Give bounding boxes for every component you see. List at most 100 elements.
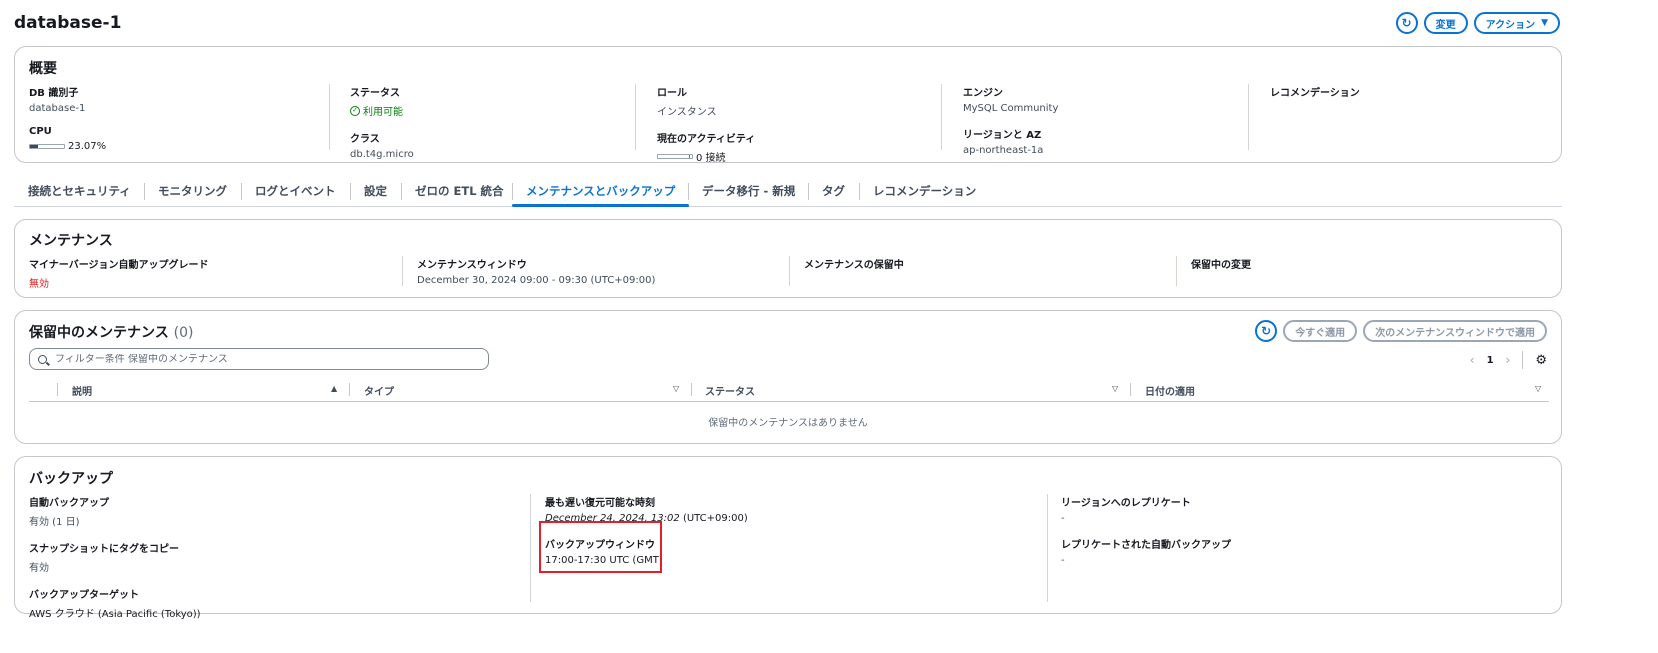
maintenance-col-2: メンテナンスウィンドウ December 30, 2024 09:00 - 09… [417,256,655,286]
status-label: ステータス [350,88,400,99]
activity-meter [657,154,693,159]
cpu-label: CPU [29,126,52,137]
pager-separator [1522,351,1524,369]
auto-backup-value: 有効 (1 日) [29,517,80,528]
actions-dropdown-button[interactable]: アクション ▼ [1473,12,1560,34]
pending-maintenance-title-text: 保留中のメンテナンス [29,325,169,341]
activity-label: 現在のアクティビティ [657,134,756,145]
db-id-label: DB 識別子 [29,88,79,99]
maintenance-panel: メンテナンス マイナーバージョン自動アップグレード 無効 メンテナンスウィンドウ… [14,219,1562,298]
tab-separator [808,183,809,200]
tab-tags[interactable]: タグ [822,176,845,206]
db-id-value: database-1 [29,103,86,114]
cpu-meter [29,144,65,149]
backup-col-3: リージョンへのレプリケート - レプリケートされた自動バックアップ - [1061,494,1231,566]
summary-col-3: ロール インスタンス 現在のアクティビティ 0 接続 [657,84,755,164]
backup-target-label: バックアップターゲット [29,590,139,601]
summary-col-4: エンジン MySQL Community リージョンと AZ ap-northe… [963,84,1058,156]
status-value: ✓ 利用可能 [350,103,414,118]
copy-tags-label: スナップショットにタグをコピー [29,544,179,555]
maintenance-window-label: メンテナンスウィンドウ [417,260,527,271]
refresh-icon: ↻ [1261,324,1272,338]
region-replicate-label: リージョンへのレプリケート [1061,498,1191,509]
column-header-apply-date[interactable]: 日付の適用 [1145,383,1195,398]
refresh-icon: ↻ [1401,16,1412,30]
modify-button[interactable]: 変更 [1423,12,1468,34]
divider [635,84,636,150]
tab-zero-etl[interactable]: ゼロの ETL 統合 [415,176,504,206]
sort-icon[interactable]: ▽ [1112,384,1118,393]
latest-restore-tz: (UTC+09:00) [682,513,748,524]
apply-next-window-button[interactable]: 次のメンテナンスウィンドウで適用 [1363,320,1547,342]
maintenance-title: メンテナンス [29,233,113,249]
empty-state-text: 保留中のメンテナンスはありません [708,418,868,429]
tab-connectivity[interactable]: 接続とセキュリティ [28,176,131,206]
pending-maintenance-label: メンテナンスの保留中 [804,260,904,271]
page-title: database-1 [14,13,122,33]
summary-panel: 概要 DB 識別子 database-1 CPU 23.07% ステータス ✓ … [14,46,1562,164]
column-header-type[interactable]: タイプ [364,383,394,398]
divider [329,84,330,150]
sort-icon[interactable]: ▽ [1535,384,1541,393]
activity-value-text: 0 接続 [696,153,726,164]
apply-now-button[interactable]: 今すぐ適用 [1283,320,1358,342]
column-header-status[interactable]: ステータス [705,383,755,398]
column-separator [1130,383,1131,396]
role-label: ロール [657,88,687,99]
tab-configuration[interactable]: 設定 [364,176,387,206]
maintenance-window-value: December 30, 2024 09:00 - 09:30 (UTC+09:… [417,275,656,286]
sort-icon[interactable]: ▽ [673,384,679,393]
cpu-meter-fill [30,145,38,148]
actions-button-label: アクション [1485,19,1536,31]
pending-refresh-button[interactable]: ↻ [1255,320,1278,342]
column-header-description[interactable]: 説明 [72,383,92,398]
search-icon [38,354,47,364]
apply-now-label: 今すぐ適用 [1295,327,1346,339]
chevron-left-icon[interactable]: ‹ [1470,353,1475,367]
maintenance-col-1: マイナーバージョン自動アップグレード 無効 [29,256,209,290]
tab-separator [859,183,860,200]
pending-maintenance-title: 保留中のメンテナンス (0) [29,322,193,342]
maintenance-col-3: メンテナンスの保留中 [804,256,904,271]
replicated-backup-value: - [1061,555,1065,566]
refresh-button[interactable]: ↻ [1395,12,1418,34]
tab-recommendations[interactable]: レコメンデーション [873,176,976,206]
pending-changes-label: 保留中の変更 [1191,260,1251,271]
tab-data-migration[interactable]: データ移行 - 新規 [702,176,795,206]
region-value: ap-northeast-1a [963,145,1044,156]
modify-button-label: 変更 [1435,19,1456,31]
page-number[interactable]: 1 [1487,355,1494,366]
region-label: リージョンと AZ [963,130,1042,141]
backup-panel: バックアップ 自動バックアップ 有効 (1 日) スナップショットにタグをコピー… [14,456,1562,620]
auto-upgrade-value: 無効 [29,279,49,290]
gear-icon[interactable]: ⚙ [1535,353,1547,368]
summary-title: 概要 [29,61,57,77]
tab-separator [401,183,402,200]
sort-ascending-icon[interactable]: ▲ [331,384,337,393]
chevron-right-icon[interactable]: › [1506,353,1511,367]
divider [789,256,790,286]
search-input[interactable] [55,353,475,365]
pending-maintenance-actions: ↻ 今すぐ適用 次のメンテナンスウィンドウで適用 [1255,320,1547,342]
column-separator [349,383,350,396]
check-circle-icon: ✓ [350,105,360,116]
divider [530,494,531,602]
activity-value: 0 接続 [657,149,755,164]
tab-logs-events[interactable]: ログとイベント [255,176,336,206]
tab-separator [512,183,513,200]
backup-title: バックアップ [29,471,113,487]
status-value-text: 利用可能 [363,107,403,118]
divider [1176,256,1177,286]
tab-monitoring[interactable]: モニタリング [158,176,227,206]
pending-maintenance-search[interactable] [29,348,489,370]
caret-down-icon: ▼ [1541,18,1548,28]
highlight-annotation-box [539,521,662,573]
pending-maintenance-count: (0) [173,325,194,341]
tab-separator [144,183,145,200]
column-separator [691,383,692,396]
role-value: インスタンス [657,107,717,118]
auto-upgrade-label: マイナーバージョン自動アップグレード [29,260,209,271]
tab-separator [241,183,242,200]
auto-backup-label: 自動バックアップ [29,498,109,509]
tab-maintenance-backup[interactable]: メンテナンスとバックアップ [511,176,690,207]
